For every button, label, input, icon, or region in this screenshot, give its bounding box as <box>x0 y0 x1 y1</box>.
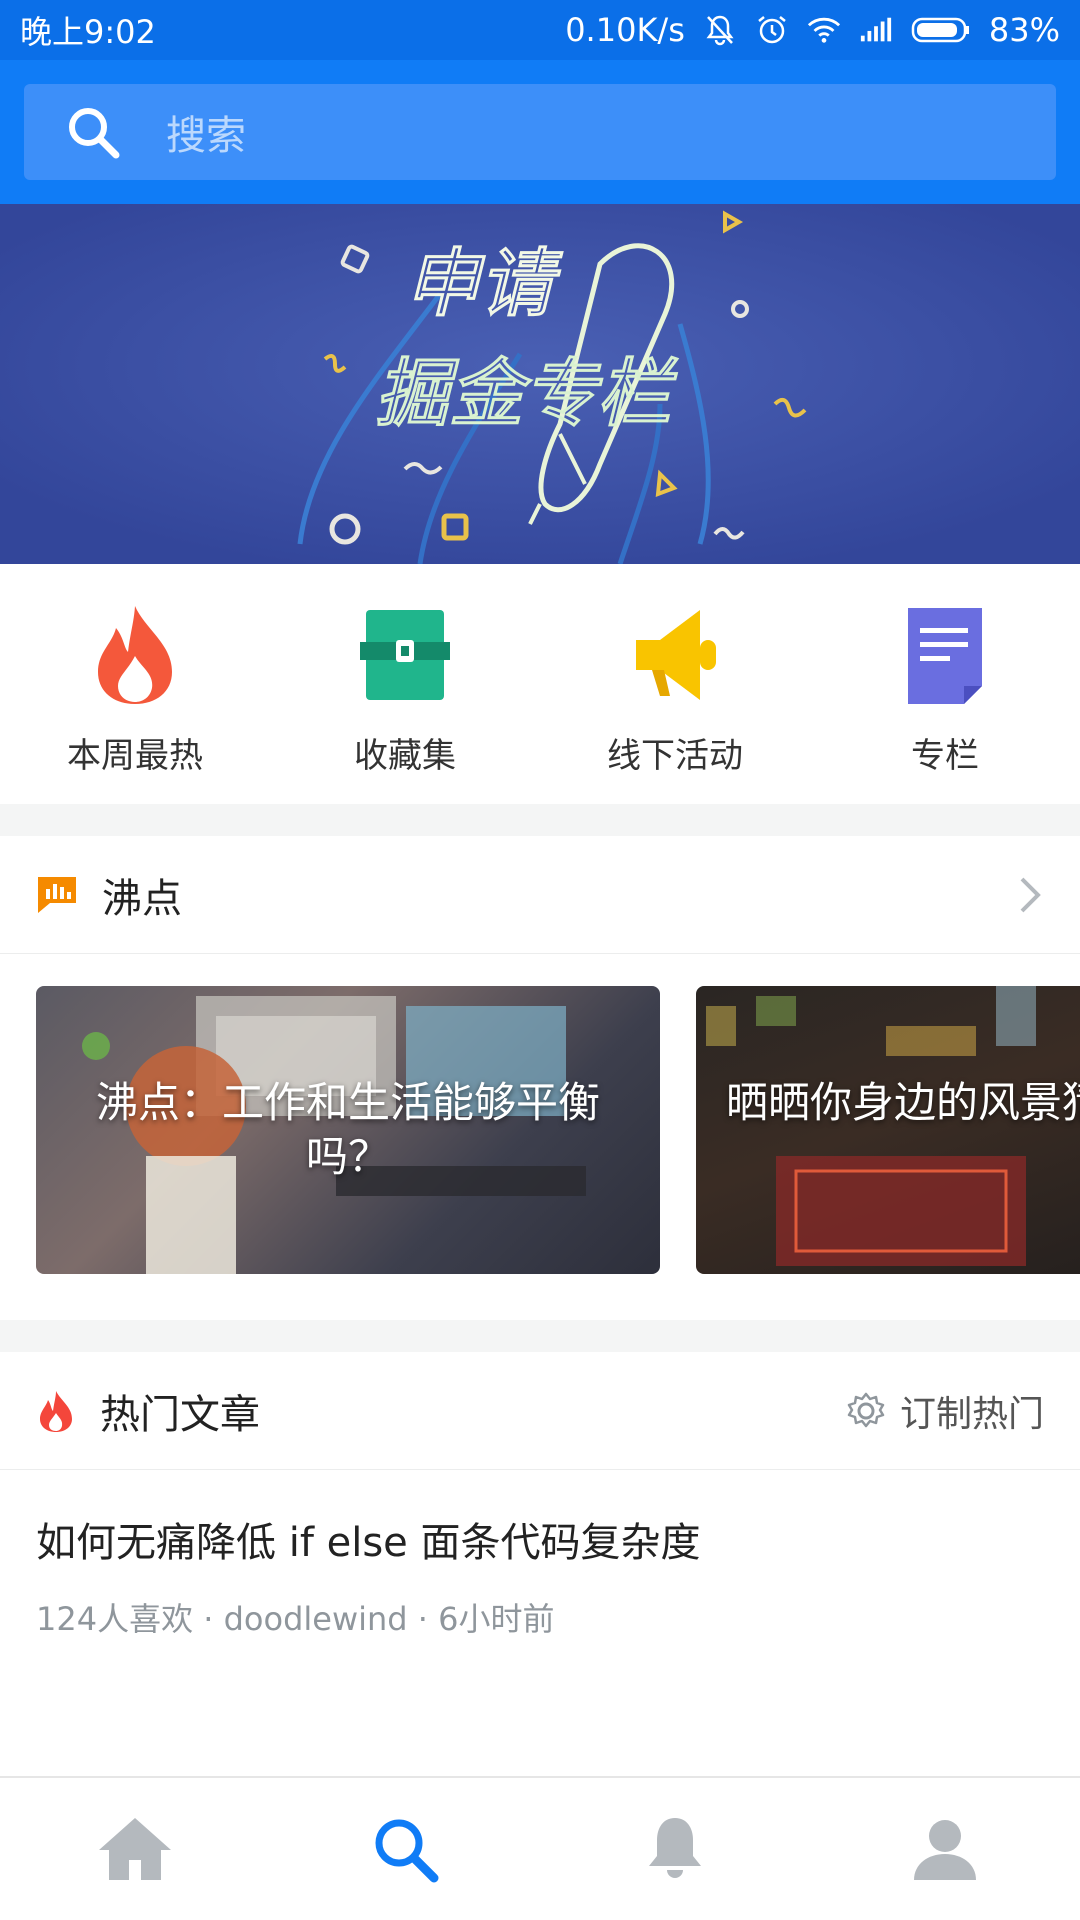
search-icon <box>375 1819 439 1883</box>
quick-entry-label: 线下活动 <box>607 736 743 776</box>
gear-icon <box>847 1392 885 1427</box>
boiling-chart-icon <box>38 876 76 913</box>
network-speed: 0.10K/s <box>565 11 685 49</box>
section-title: 热门文章 <box>100 1391 260 1438</box>
quick-entry-collections[interactable]: 收藏集 <box>270 564 540 804</box>
boiling-topic-card[interactable]: 晒晒你身边的风景猜坐标 <box>696 986 1080 1274</box>
quick-entry-column[interactable]: 专栏 <box>810 564 1080 804</box>
quick-entry-grid: 本周最热 收藏集 线下活动 专栏 <box>0 564 1080 804</box>
fire-icon <box>40 1390 72 1432</box>
hot-articles-section: 热门文章 订制热门 如何无痛降低 if else 面条代码复杂度 124人喜欢 … <box>0 1352 1080 1776</box>
status-bar: 晚上9:02 0.10K/s 83% <box>0 0 1080 60</box>
nav-discover[interactable] <box>270 1778 540 1920</box>
discover-page: 晚上9:02 0.10K/s 83% 搜索 申请 掘金专栏 本周最热 收藏集 线… <box>0 0 1080 1920</box>
topic-title: 沸点：工作和生活能够平衡吗？ <box>95 1078 600 1181</box>
hot-articles-header: 热门文章 订制热门 <box>0 1352 1080 1470</box>
section-title: 沸点 <box>102 875 182 922</box>
bottom-nav <box>0 1776 1080 1920</box>
bell-icon <box>649 1818 701 1878</box>
quick-entry-label: 收藏集 <box>354 736 456 776</box>
chevron-right-icon[interactable] <box>1018 875 1044 915</box>
status-time: 晚上9:02 <box>20 13 156 51</box>
nav-notifications[interactable] <box>540 1778 810 1920</box>
nav-home[interactable] <box>0 1778 270 1920</box>
fire-icon <box>98 606 172 704</box>
alarm-icon <box>755 13 789 47</box>
customize-hot-button[interactable]: 订制热门 <box>846 1385 1044 1437</box>
topic-title: 晒晒你身边的风景猜坐标 <box>726 1078 1080 1127</box>
boiling-section: 沸点 沸点：工作和生活能够平衡吗？ 晒晒你身边的风景 <box>0 836 1080 1320</box>
quick-entry-offline-events[interactable]: 线下活动 <box>540 564 810 804</box>
article-meta: 124人喜欢 · doodlewind · 6小时前 <box>36 1600 555 1638</box>
search-icon <box>69 108 120 159</box>
battery-level: 83% <box>988 11 1060 49</box>
status-icons: 0.10K/s 83% <box>565 11 1060 49</box>
quick-entry-label: 本周最热 <box>67 736 203 776</box>
quick-entry-weekly-hot[interactable]: 本周最热 <box>0 564 270 804</box>
banner-illustration: 申请 掘金专栏 <box>0 204 1080 564</box>
profile-icon <box>914 1820 976 1880</box>
banner-text-line1: 申请 <box>405 241 562 327</box>
document-icon <box>908 608 982 704</box>
article-item[interactable]: 如何无痛降低 if else 面条代码复杂度 124人喜欢 · doodlewi… <box>0 1470 1080 1710</box>
boiling-carousel[interactable]: 沸点：工作和生活能够平衡吗？ 晒晒你身边的风景猜坐标 <box>0 954 1080 1282</box>
signal-icon <box>859 13 893 47</box>
home-icon <box>99 1818 171 1880</box>
collection-box-icon <box>360 610 450 700</box>
header: 搜索 <box>0 60 1080 204</box>
customize-label: 订制热门 <box>899 1393 1044 1435</box>
battery-icon <box>911 13 971 47</box>
promo-banner[interactable]: 申请 掘金专栏 <box>0 204 1080 564</box>
article-title: 如何无痛降低 if else 面条代码复杂度 <box>36 1520 701 1566</box>
megaphone-icon <box>636 610 716 700</box>
banner-text-line2: 掘金专栏 <box>375 351 677 437</box>
mute-icon <box>703 13 737 47</box>
search-bar[interactable]: 搜索 <box>24 84 1056 180</box>
boiling-header[interactable]: 沸点 <box>0 836 1080 954</box>
nav-profile[interactable] <box>810 1778 1080 1920</box>
quick-entry-label: 专栏 <box>911 736 979 776</box>
topic-illustration <box>706 986 1036 1266</box>
wifi-icon <box>807 13 841 47</box>
search-placeholder: 搜索 <box>166 113 246 159</box>
boiling-topic-card[interactable]: 沸点：工作和生活能够平衡吗？ <box>36 986 660 1274</box>
